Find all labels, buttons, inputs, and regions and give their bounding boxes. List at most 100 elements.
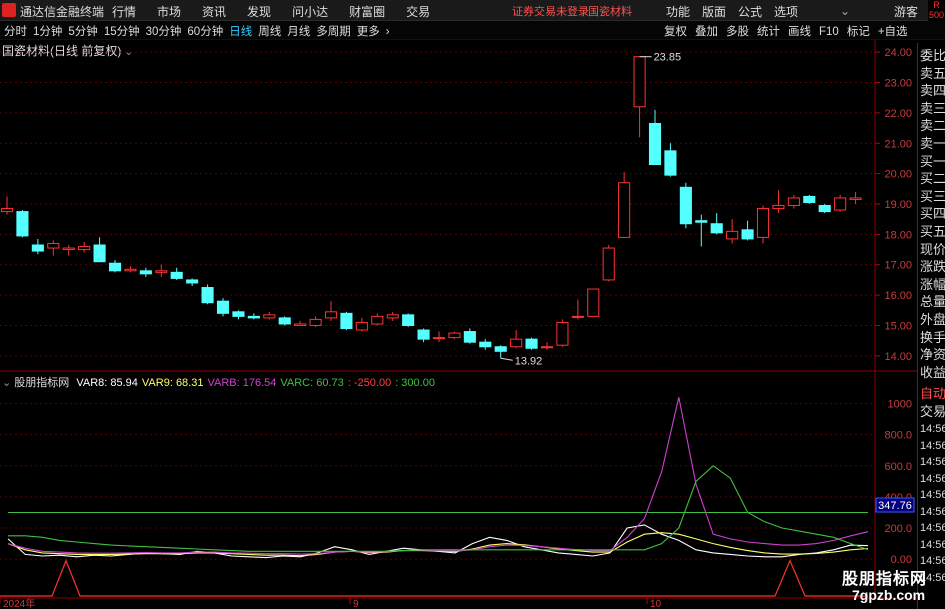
candle-body xyxy=(448,332,461,339)
candle-body xyxy=(803,195,816,203)
candle-body xyxy=(0,208,14,213)
indicator-axis-label: 200.0 xyxy=(884,523,912,535)
watermark: 股朋指标网 7gpzb.com xyxy=(842,565,942,607)
candle-body xyxy=(525,338,538,349)
candle-body xyxy=(756,208,770,238)
trade-time: 14:56 xyxy=(920,439,945,452)
trade-time: 14:56 xyxy=(920,538,945,551)
quote-row-label: 买四 xyxy=(920,206,945,222)
price-axis-label: 24.00 xyxy=(884,47,912,59)
price-axis-label: 17.00 xyxy=(884,260,912,272)
candle-body xyxy=(309,318,322,326)
candle-body xyxy=(78,246,91,251)
candle-body xyxy=(556,321,569,346)
candle-body xyxy=(695,220,708,223)
cursor-value-label: 347.76 xyxy=(878,500,912,512)
candle-body xyxy=(201,287,214,304)
candle-body xyxy=(834,197,847,211)
candle-body xyxy=(510,338,523,348)
candle-body xyxy=(849,197,862,200)
quote-row-label: 卖二 xyxy=(920,118,945,134)
high-price-label: 23.85 xyxy=(654,52,682,64)
candle-body xyxy=(170,271,183,279)
candle-body xyxy=(787,197,800,207)
price-axis-label: 18.00 xyxy=(884,229,912,241)
price-axis-label: 23.00 xyxy=(884,78,912,90)
signal-line-minus250 xyxy=(0,559,868,597)
indicator-legend-item: : 300.00 xyxy=(395,377,435,389)
candle-body xyxy=(726,230,739,240)
watermark-line1: 股朋指标网 xyxy=(842,571,928,588)
low-price-label: 13.92 xyxy=(515,355,543,367)
indicator-legend-item: VAR9: 68.31 xyxy=(141,377,204,389)
candle-body xyxy=(587,288,600,317)
quote-row-label: 卖三 xyxy=(920,100,945,116)
quote-tab-0[interactable]: 自动 xyxy=(920,383,945,402)
candle-body xyxy=(340,312,353,330)
quote-tab-1[interactable]: 交易 xyxy=(920,401,945,420)
candle-body xyxy=(124,268,137,272)
quote-row-label: 净资 xyxy=(920,347,945,363)
trade-time: 14:56 xyxy=(920,505,945,518)
candle-body xyxy=(741,229,754,240)
indicator-axis-label: 800.0 xyxy=(884,430,912,442)
quote-row-label: 总量 xyxy=(920,294,945,310)
price-axis-label: 19.00 xyxy=(884,199,912,211)
candle-body xyxy=(386,314,399,319)
candle-body xyxy=(494,346,507,352)
trade-time: 14:56 xyxy=(920,423,945,435)
quote-row-label: 换手 xyxy=(920,329,945,345)
quote-row-label: 收益 xyxy=(920,364,945,380)
candle-body xyxy=(216,300,230,314)
candle-body xyxy=(602,247,615,281)
price-axis-label: 20.00 xyxy=(884,169,912,181)
candle-body xyxy=(402,314,415,326)
candle-body xyxy=(679,186,692,225)
indicator-legend-item: VARC: 60.73 xyxy=(280,377,344,389)
quote-row-label: 卖五 xyxy=(920,65,945,81)
candle-body xyxy=(664,150,677,176)
candle-body xyxy=(571,315,584,318)
price-axis-label: 16.00 xyxy=(884,290,912,302)
candle-body xyxy=(818,205,831,213)
low-marker-line xyxy=(500,357,513,361)
candle-body xyxy=(710,223,723,234)
candle-body xyxy=(479,341,492,348)
indicator-series-varb xyxy=(7,397,869,555)
candle-body xyxy=(278,317,291,325)
candle-body xyxy=(648,123,662,166)
kline-chart[interactable]: 24.00 23.00 22.00 21.00 20.00 19.00 18.00 17.00… xyxy=(0,0,945,609)
candle-body xyxy=(31,244,44,252)
candle-body xyxy=(618,182,631,238)
candle-body xyxy=(108,262,122,272)
candle-body xyxy=(155,270,168,273)
quote-row-label: 现价 xyxy=(920,241,945,257)
indicator-legend: ⌄ 股朋指标网 VAR8: 85.94 VAR9: 68.31 VARB: 176.… xyxy=(2,374,435,390)
candle-body xyxy=(417,329,430,340)
price-axis-label: 21.00 xyxy=(884,138,912,150)
price-axis-label: 14.00 xyxy=(884,351,912,363)
quote-row-label: 卖一 xyxy=(920,136,945,151)
candle-body xyxy=(432,337,446,340)
chevron-down-icon[interactable]: ⌄ xyxy=(2,377,11,389)
candle-body xyxy=(93,244,106,263)
quote-row-label: 买一 xyxy=(920,153,945,169)
quote-panel: 委比 卖五 卖四 卖三 卖二 卖一 买一 买二 买三 买四 买五 现价 涨跌 涨幅 总量 外盘 换手 净资 收益 自动… xyxy=(917,43,945,609)
candle-body xyxy=(62,247,75,251)
indicator-legend-item: VAR8: 85.94 xyxy=(76,377,138,389)
date-axis-label: 10 xyxy=(650,599,662,609)
price-axis-label: 22.00 xyxy=(884,108,912,120)
trade-time: 14:56 xyxy=(920,522,945,534)
candle-body xyxy=(355,321,368,331)
trade-time: 14:56 xyxy=(920,456,945,468)
candle-body xyxy=(371,315,384,325)
candle-body xyxy=(263,314,276,319)
date-axis-label: 2024年 xyxy=(3,597,35,609)
quote-row-label: 涨跌 xyxy=(920,259,945,275)
quote-row-label: 买五 xyxy=(920,224,945,239)
quote-row-label: 卖四 xyxy=(920,83,945,99)
candle-body xyxy=(16,211,29,237)
trade-time: 14:56 xyxy=(920,472,945,485)
indicator-axis-label: 600.0 xyxy=(884,461,912,473)
indicator-name[interactable]: 股朋指标网 xyxy=(14,377,69,389)
